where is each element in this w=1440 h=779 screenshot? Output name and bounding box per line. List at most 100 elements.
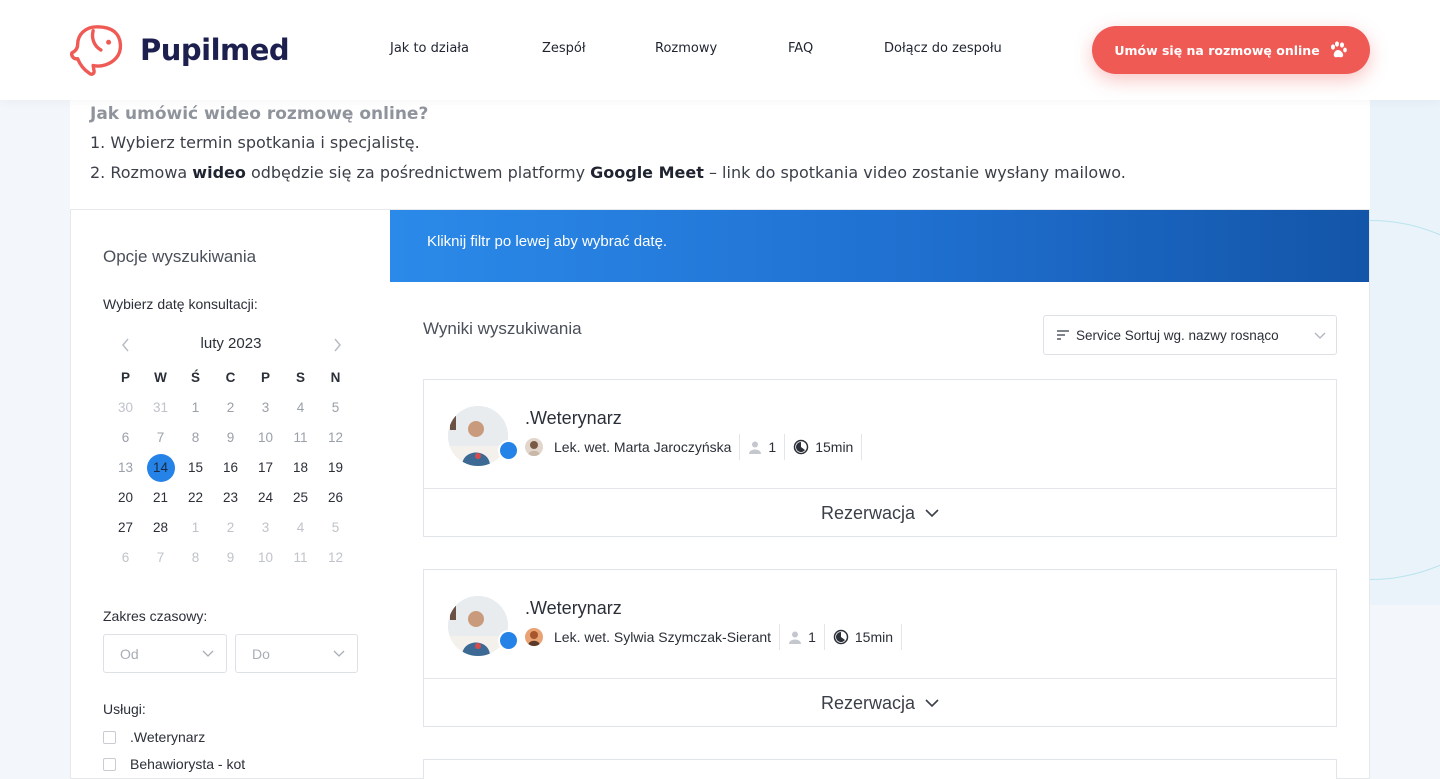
capacity-value: 1 bbox=[808, 629, 816, 645]
checkbox[interactable] bbox=[103, 730, 116, 744]
calendar-day: 12 bbox=[327, 550, 344, 565]
person-icon bbox=[748, 440, 762, 454]
instructions-step-1: 1. Wybierz termin spotkania i specjalist… bbox=[90, 133, 420, 152]
calendar-week: 20 21 22 23 24 25 26 bbox=[108, 483, 354, 513]
chevron-down-icon bbox=[202, 650, 214, 657]
calendar-day: 9 bbox=[226, 430, 235, 445]
calendar-day[interactable]: 22 bbox=[178, 483, 213, 513]
calendar-day: 13 bbox=[117, 460, 134, 475]
calendar-header: luty 2023 bbox=[111, 335, 351, 357]
service-filter-cat-behaviorist[interactable]: Behawiorysta - kot bbox=[103, 756, 245, 772]
calendar-day: 31 bbox=[152, 400, 169, 415]
time-to-placeholder: Do bbox=[252, 645, 270, 662]
date-label: Wybierz datę konsultacji: bbox=[103, 296, 258, 312]
calendar-day-selected[interactable]: 14 bbox=[146, 454, 175, 482]
calendar-day[interactable]: 20 bbox=[108, 483, 143, 513]
nav-join-team[interactable]: Dołącz do zespołu bbox=[884, 41, 1002, 56]
nav-team[interactable]: Zespół bbox=[542, 41, 586, 56]
doctor-name: Lek. wet. Marta Jaroczyńska bbox=[554, 439, 732, 455]
chevron-down-icon bbox=[1314, 332, 1326, 339]
background-decoration bbox=[1370, 100, 1440, 605]
nav-faq[interactable]: FAQ bbox=[788, 41, 813, 56]
calendar-day[interactable]: 25 bbox=[283, 483, 318, 513]
calendar-day: 1 bbox=[191, 400, 200, 415]
calendar-day[interactable]: 28 bbox=[143, 513, 178, 543]
reservation-toggle[interactable]: Rezerwacja bbox=[424, 489, 1336, 537]
service-filter-veterinarian[interactable]: .Weterynarz bbox=[103, 729, 205, 745]
sort-label: Service Sortuj wg. nazwy rosnąco bbox=[1076, 327, 1279, 343]
calendar-day[interactable]: 19 bbox=[318, 453, 353, 483]
calendar-day: 11 bbox=[293, 430, 308, 445]
instructions-title: Jak umówić wideo rozmowę online? bbox=[90, 104, 429, 124]
calendar-day[interactable]: 17 bbox=[248, 453, 283, 483]
book-online-button[interactable]: Umów się na rozmowę online bbox=[1092, 26, 1370, 74]
nav-conversations[interactable]: Rozmowy bbox=[655, 41, 717, 56]
doctor-avatar bbox=[448, 406, 508, 466]
date-hint-banner: Kliknij filtr po lewej aby wybrać datę. bbox=[390, 210, 1369, 282]
calendar-day[interactable]: 14 bbox=[143, 453, 178, 483]
clock-icon bbox=[833, 629, 849, 645]
calendar-day[interactable]: 15 bbox=[178, 453, 213, 483]
service-filter-label: .Weterynarz bbox=[130, 729, 206, 745]
divider bbox=[784, 434, 786, 460]
calendar-day: 7 bbox=[156, 550, 165, 565]
calendar-day[interactable]: 24 bbox=[248, 483, 283, 513]
results-title: Wyniki wyszukiwania bbox=[423, 319, 582, 338]
doctor-mini-avatar bbox=[525, 438, 543, 456]
divider bbox=[901, 624, 903, 650]
calendar-day[interactable]: 26 bbox=[318, 483, 353, 513]
reservation-toggle[interactable]: Rezerwacja bbox=[424, 679, 1336, 727]
calendar-week: 6 7 8 9 10 11 12 bbox=[108, 423, 354, 453]
calendar-week: 27 28 1 2 3 4 5 bbox=[108, 513, 354, 543]
calendar-day: 4 bbox=[296, 520, 305, 535]
calendar-day: 1 bbox=[191, 520, 200, 535]
brand-name: Pupilmed bbox=[140, 33, 290, 67]
checkbox[interactable] bbox=[103, 757, 116, 771]
clock-icon bbox=[793, 439, 809, 455]
calendar-day: 12 bbox=[327, 430, 344, 445]
calendar-day: 2 bbox=[226, 520, 235, 535]
calendar-day: 8 bbox=[191, 550, 200, 565]
weekday-label: N bbox=[330, 370, 341, 385]
nav-how-it-works[interactable]: Jak to działa bbox=[390, 41, 469, 56]
time-range-label: Zakres czasowy: bbox=[103, 608, 208, 624]
calendar-day: 3 bbox=[261, 520, 270, 535]
result-card: .Weterynarz Lek. wet. Marta Jaroczyńska … bbox=[423, 379, 1337, 537]
calendar-day[interactable]: 18 bbox=[283, 453, 318, 483]
calendar-day: 6 bbox=[121, 430, 130, 445]
sort-select[interactable]: Service Sortuj wg. nazwy rosnąco bbox=[1043, 315, 1337, 355]
service-name: .Weterynarz bbox=[525, 408, 622, 428]
weekday-label: P bbox=[120, 370, 130, 385]
chevron-down-icon bbox=[333, 650, 345, 657]
weekday-label: S bbox=[295, 370, 305, 385]
dog-logo-icon bbox=[70, 25, 123, 76]
result-meta: Lek. wet. Sylwia Szymczak-Sierant 1 15mi… bbox=[525, 624, 910, 650]
calendar-day[interactable]: 23 bbox=[213, 483, 248, 513]
service-name: .Weterynarz bbox=[525, 598, 622, 618]
service-filter-label: Behawiorysta - kot bbox=[130, 756, 246, 772]
result-card bbox=[423, 759, 1337, 779]
instructions-step-2: 2. Rozmowa wideo odbędzie się za pośredn… bbox=[90, 163, 1126, 182]
calendar-next-icon[interactable] bbox=[333, 338, 342, 357]
doctor-mini-avatar bbox=[525, 628, 543, 646]
search-options-title: Opcje wyszukiwania bbox=[103, 247, 257, 266]
doctor-avatar bbox=[448, 596, 508, 656]
instructions-box: Jak umówić wideo rozmowę online? 1. Wybi… bbox=[70, 100, 1370, 210]
calendar-day[interactable]: 27 bbox=[108, 513, 143, 543]
calendar-day[interactable]: 16 bbox=[213, 453, 248, 483]
paw-icon bbox=[1330, 41, 1347, 58]
calendar-week: 30 31 1 2 3 4 5 bbox=[108, 393, 354, 423]
calendar-day: 4 bbox=[296, 400, 305, 415]
search-options-panel: Opcje wyszukiwania Wybierz datę konsulta… bbox=[70, 209, 391, 779]
brand-logo[interactable]: Pupilmed bbox=[68, 20, 308, 80]
calendar-week: 13 14 15 16 17 18 19 bbox=[108, 453, 354, 483]
time-to-select[interactable]: Do bbox=[235, 634, 358, 673]
time-from-placeholder: Od bbox=[120, 645, 139, 662]
time-from-select[interactable]: Od bbox=[103, 634, 227, 673]
result-meta: Lek. wet. Marta Jaroczyńska 1 15min bbox=[525, 434, 870, 460]
calendar-day: 10 bbox=[257, 430, 274, 445]
capacity-value: 1 bbox=[768, 439, 777, 455]
doctor-name: Lek. wet. Sylwia Szymczak-Sierant bbox=[554, 629, 772, 645]
calendar-day[interactable]: 21 bbox=[143, 483, 178, 513]
duration-value: 15min bbox=[854, 629, 894, 645]
